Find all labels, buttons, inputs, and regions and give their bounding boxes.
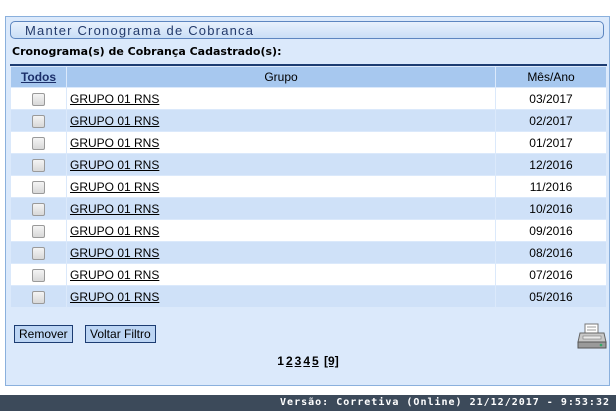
month-year-cell: 01/2017: [496, 132, 606, 153]
table-row: GRUPO 01 RNS 05/2016: [11, 286, 606, 307]
table-row: GRUPO 01 RNS 08/2016: [11, 242, 606, 263]
table-row: GRUPO 01 RNS 10/2016: [11, 198, 606, 219]
month-year-cell: 10/2016: [496, 198, 606, 219]
row-checkbox[interactable]: [32, 136, 45, 150]
title-bar: Manter Cronograma de Cobranca: [10, 21, 604, 39]
row-checkbox-cell: [11, 154, 66, 175]
row-checkbox-cell: [11, 220, 66, 241]
table-row: GRUPO 01 RNS 07/2016: [11, 264, 606, 285]
page-current: 1: [277, 354, 284, 368]
row-checkbox[interactable]: [32, 114, 45, 128]
group-link[interactable]: GRUPO 01 RNS: [70, 180, 159, 194]
row-checkbox[interactable]: [32, 202, 45, 216]
row-checkbox-cell: [11, 110, 66, 131]
group-link[interactable]: GRUPO 01 RNS: [70, 158, 159, 172]
remove-button[interactable]: Remover: [14, 325, 73, 343]
table-row: GRUPO 01 RNS 01/2017: [11, 132, 606, 153]
group-cell: GRUPO 01 RNS: [67, 176, 495, 197]
group-link[interactable]: GRUPO 01 RNS: [70, 114, 159, 128]
table-header-row: Todos Grupo Mês/Ano: [11, 67, 606, 87]
pagination: 12345 [9]: [0, 354, 616, 368]
back-to-filter-button[interactable]: Voltar Filtro: [85, 325, 156, 343]
select-all-link[interactable]: Todos: [11, 67, 66, 87]
month-year-cell: 09/2016: [496, 220, 606, 241]
row-checkbox-cell: [11, 176, 66, 197]
row-checkbox-cell: [11, 198, 66, 219]
page-link-2[interactable]: 2: [286, 354, 293, 368]
table-row: GRUPO 01 RNS 12/2016: [11, 154, 606, 175]
group-cell: GRUPO 01 RNS: [67, 88, 495, 109]
group-link[interactable]: GRUPO 01 RNS: [70, 202, 159, 216]
month-year-cell: 07/2016: [496, 264, 606, 285]
row-checkbox-cell: [11, 242, 66, 263]
page-link-4[interactable]: 4: [303, 354, 310, 368]
month-year-cell: 05/2016: [496, 286, 606, 307]
month-year-cell: 08/2016: [496, 242, 606, 263]
page-link-last[interactable]: [9]: [324, 354, 339, 368]
group-cell: GRUPO 01 RNS: [67, 110, 495, 131]
row-checkbox[interactable]: [32, 92, 45, 106]
row-checkbox[interactable]: [32, 246, 45, 260]
printer-icon[interactable]: [577, 322, 607, 350]
row-checkbox[interactable]: [32, 158, 45, 172]
group-cell: GRUPO 01 RNS: [67, 220, 495, 241]
column-header-group: Grupo: [67, 67, 495, 87]
page-title: Manter Cronograma de Cobranca: [25, 23, 255, 38]
table-body: GRUPO 01 RNS 03/2017 GRUPO 01 RNS 02/2017 GR…: [11, 88, 606, 307]
page-link-5[interactable]: 5: [312, 354, 319, 368]
group-cell: GRUPO 01 RNS: [67, 286, 495, 307]
month-year-cell: 03/2017: [496, 88, 606, 109]
row-checkbox[interactable]: [32, 290, 45, 304]
table-row: GRUPO 01 RNS 11/2016: [11, 176, 606, 197]
schedule-table-container: Todos Grupo Mês/Ano GRUPO 01 RNS 03/2017 G…: [10, 64, 607, 308]
row-checkbox-cell: [11, 264, 66, 285]
version-text: Versão: Corretiva (Online) 21/12/2017 - …: [280, 397, 610, 408]
page-link-3[interactable]: 3: [295, 354, 302, 368]
group-link[interactable]: GRUPO 01 RNS: [70, 290, 159, 304]
group-link[interactable]: GRUPO 01 RNS: [70, 92, 159, 106]
footer-bar: Versão: Corretiva (Online) 21/12/2017 - …: [0, 395, 616, 411]
row-checkbox-cell: [11, 132, 66, 153]
group-link[interactable]: GRUPO 01 RNS: [70, 268, 159, 282]
group-link[interactable]: GRUPO 01 RNS: [70, 224, 159, 238]
month-year-cell: 11/2016: [496, 176, 606, 197]
row-checkbox[interactable]: [32, 268, 45, 282]
group-link[interactable]: GRUPO 01 RNS: [70, 136, 159, 150]
schedule-table: Todos Grupo Mês/Ano GRUPO 01 RNS 03/2017 G…: [10, 66, 607, 308]
row-checkbox-cell: [11, 88, 66, 109]
row-checkbox[interactable]: [32, 180, 45, 194]
group-cell: GRUPO 01 RNS: [67, 198, 495, 219]
group-cell: GRUPO 01 RNS: [67, 264, 495, 285]
month-year-cell: 12/2016: [496, 154, 606, 175]
table-row: GRUPO 01 RNS 09/2016: [11, 220, 606, 241]
group-cell: GRUPO 01 RNS: [67, 242, 495, 263]
row-checkbox[interactable]: [32, 224, 45, 238]
group-cell: GRUPO 01 RNS: [67, 154, 495, 175]
column-header-month-year: Mês/Ano: [496, 67, 606, 87]
group-cell: GRUPO 01 RNS: [67, 132, 495, 153]
table-row: GRUPO 01 RNS 02/2017: [11, 110, 606, 131]
table-row: GRUPO 01 RNS 03/2017: [11, 88, 606, 109]
row-checkbox-cell: [11, 286, 66, 307]
list-subtitle: Cronograma(s) de Cobrança Cadastrado(s):: [12, 45, 282, 58]
group-link[interactable]: GRUPO 01 RNS: [70, 246, 159, 260]
month-year-cell: 02/2017: [496, 110, 606, 131]
